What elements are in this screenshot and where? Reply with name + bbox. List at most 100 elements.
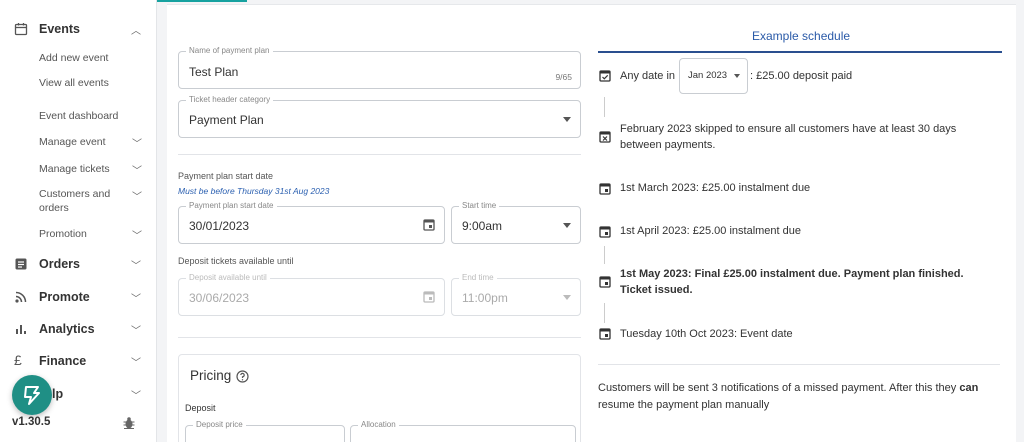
end-time-select[interactable]: End time 11:00pm [451, 273, 581, 316]
timeline-connector [604, 97, 605, 117]
deposit-until-heading: Deposit tickets available until [178, 256, 294, 266]
field-label: Ticket header category [186, 95, 274, 105]
calendar-check-icon [599, 70, 611, 82]
deposit-label: Deposit [185, 403, 216, 413]
field-value: 30/06/2023 [189, 291, 250, 305]
field-value: Payment Plan [189, 113, 264, 127]
field-label: Name of payment plan [186, 46, 273, 56]
pricing-section: Pricing Deposit Deposit price Allocation [178, 354, 581, 442]
start-date-field[interactable]: Payment plan start date 30/01/2023 [178, 201, 445, 244]
field-label: Deposit price [193, 420, 246, 430]
tab-example-schedule[interactable]: Example schedule [752, 29, 850, 43]
field-value: 11:00pm [462, 291, 508, 305]
month-select[interactable]: Jan 2023 [679, 58, 748, 94]
sidebar-item-promote[interactable]: Promote ﹀ [0, 286, 157, 310]
chevron-down-icon: ﹀ [131, 326, 141, 337]
chevron-down-icon: ﹀ [132, 231, 142, 242]
schedule-item: Tuesday 10th Oct 2023: Event date [620, 328, 793, 340]
sidebar-item-finance[interactable]: £ Finance ﹀ [0, 350, 157, 374]
analytics-icon [16, 325, 26, 334]
sidebar: Events ︿ Add new event View all events E… [0, 0, 157, 442]
chevron-down-icon: ﹀ [132, 192, 142, 203]
start-date-heading: Payment plan start date [178, 171, 274, 181]
calendar-x-icon [599, 131, 611, 143]
app-version: v1.30.5 [12, 416, 51, 428]
start-date-hint: Must be before Thursday 31st Aug 2023 [178, 186, 330, 196]
field-label: Deposit available until [186, 273, 270, 283]
sidebar-item-event-dashboard[interactable]: Event dashboard [39, 109, 118, 123]
sidebar-item-events[interactable]: Events ︿ [0, 18, 157, 42]
sidebar-item-label: lp [52, 387, 64, 401]
timeline-connector [604, 246, 605, 264]
calendar-icon [599, 183, 611, 195]
schedule-item-final: 1st May 2023: Final £25.00 instalment du… [620, 268, 964, 296]
calendar-icon[interactable] [423, 218, 435, 231]
sidebar-item-customers-and-orders[interactable]: Customers and orders [39, 187, 121, 215]
note-emphasis: can [959, 382, 979, 394]
sidebar-item-label: Finance [39, 354, 87, 368]
deposit-until-field[interactable]: Deposit available until 30/06/2023 [178, 273, 445, 316]
sidebar-item-manage-tickets[interactable]: Manage tickets [39, 162, 110, 176]
orders-icon [15, 258, 27, 270]
month-select-value: Jan 2023 [688, 70, 728, 81]
calendar-icon [423, 291, 435, 303]
chevron-down-icon: ﹀ [131, 294, 141, 305]
tab-indicator [598, 51, 1002, 53]
missed-payment-note: Customers will be sent 3 notifications o… [598, 380, 1000, 414]
dropdown-arrow-icon [563, 295, 571, 300]
allocation-field[interactable]: Allocation [350, 420, 576, 442]
chevron-down-icon: ﹀ [132, 139, 142, 150]
dropdown-arrow-icon [563, 223, 571, 228]
dropdown-arrow-icon [734, 74, 740, 78]
schedule-first-suffix: : £25.00 deposit paid [750, 70, 853, 82]
chevron-down-icon: ﹀ [131, 391, 141, 402]
schedule-item: 1st April 2023: £25.00 instalment due [620, 225, 802, 237]
sidebar-item-view-all-events[interactable]: View all events [39, 76, 109, 90]
support-chat-button[interactable] [12, 375, 52, 415]
payment-plan-card: Name of payment plan Test Plan 9/65 Tick… [167, 4, 1016, 442]
field-value: Test Plan [189, 65, 239, 79]
calendar-icon [599, 328, 611, 340]
field-label: Allocation [358, 420, 399, 430]
field-value: 9:00am [462, 219, 503, 233]
bug-icon[interactable] [122, 416, 136, 430]
calendar-icon [599, 276, 611, 288]
help-circle-icon[interactable] [236, 370, 249, 383]
chevron-down-icon: ﹀ [131, 261, 141, 272]
schedule-first-prefix: Any date in [620, 70, 676, 82]
divider [598, 364, 1000, 365]
chevron-down-icon: ﹀ [131, 358, 141, 369]
calendar-icon [14, 23, 28, 36]
sidebar-item-manage-event[interactable]: Manage event [39, 135, 106, 149]
brand-logo-icon [24, 386, 40, 405]
field-value: 30/01/2023 [189, 219, 250, 233]
dropdown-arrow-icon [563, 117, 571, 122]
sidebar-item-promotion[interactable]: Promotion [39, 227, 87, 241]
rss-icon [15, 291, 27, 303]
chevron-up-icon: ︿ [131, 26, 141, 37]
field-label: Start time [459, 201, 500, 211]
deposit-price-field[interactable]: Deposit price [185, 420, 345, 442]
timeline-connector [604, 303, 605, 323]
sidebar-item-add-new-event[interactable]: Add new event [39, 51, 108, 65]
divider [178, 154, 581, 155]
sidebar-item-orders[interactable]: Orders ﹀ [0, 253, 157, 277]
calendar-icon [599, 226, 611, 238]
ticket-header-select[interactable]: Ticket header category Payment Plan [178, 95, 581, 138]
schedule-item: February 2023 skipped to ensure all cust… [620, 123, 957, 151]
plan-name-field[interactable]: Name of payment plan Test Plan 9/65 [178, 46, 581, 89]
field-label: End time [459, 273, 497, 283]
top-accent-bar [157, 0, 247, 2]
sidebar-item-label: Events [39, 22, 80, 36]
schedule-item: 1st March 2023: £25.00 instalment due [620, 182, 811, 194]
note-text: Customers will be sent 3 notifications o… [598, 382, 960, 394]
sidebar-item-label: Analytics [39, 322, 95, 336]
sidebar-item-label: Promote [39, 290, 90, 304]
start-time-select[interactable]: Start time 9:00am [451, 201, 581, 244]
divider [178, 337, 581, 338]
char-counter: 9/65 [555, 72, 572, 82]
pound-icon: £ [14, 352, 22, 368]
sidebar-item-label: Orders [39, 257, 80, 271]
sidebar-item-analytics[interactable]: Analytics ﹀ [0, 318, 157, 342]
note-text: resume the payment plan manually [598, 399, 770, 411]
